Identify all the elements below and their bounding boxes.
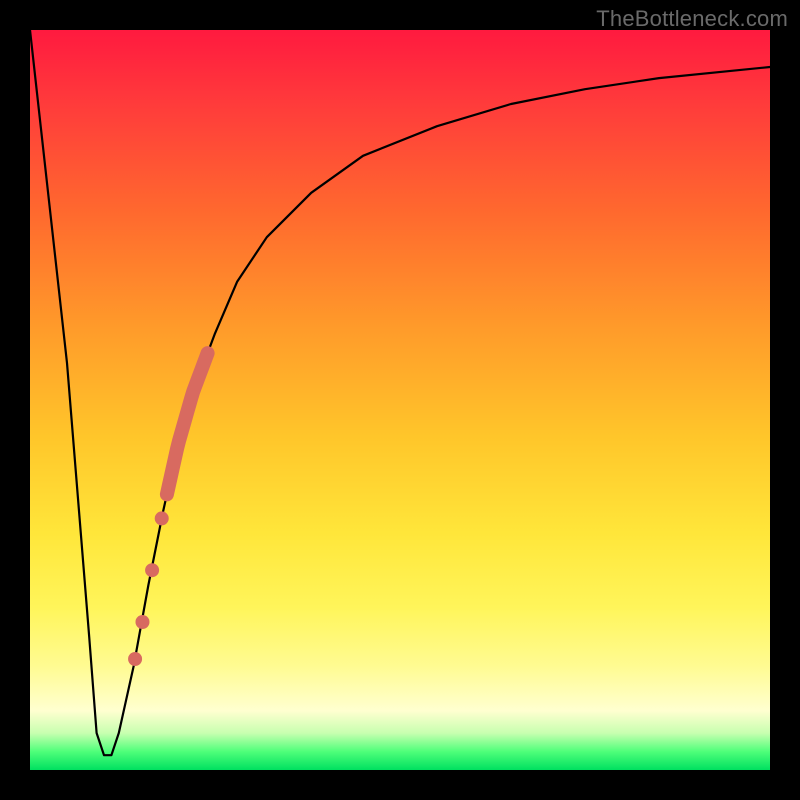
chart-frame: TheBottleneck.com: [0, 0, 800, 800]
highlight-dot: [135, 615, 149, 629]
highlight-segment: [167, 353, 208, 494]
highlight-dot: [145, 563, 159, 577]
highlight-dot: [155, 511, 169, 525]
plot-area: [30, 30, 770, 770]
bottleneck-curve: [30, 30, 770, 755]
chart-svg: [30, 30, 770, 770]
highlight-dot: [128, 652, 142, 666]
watermark-text: TheBottleneck.com: [596, 6, 788, 32]
